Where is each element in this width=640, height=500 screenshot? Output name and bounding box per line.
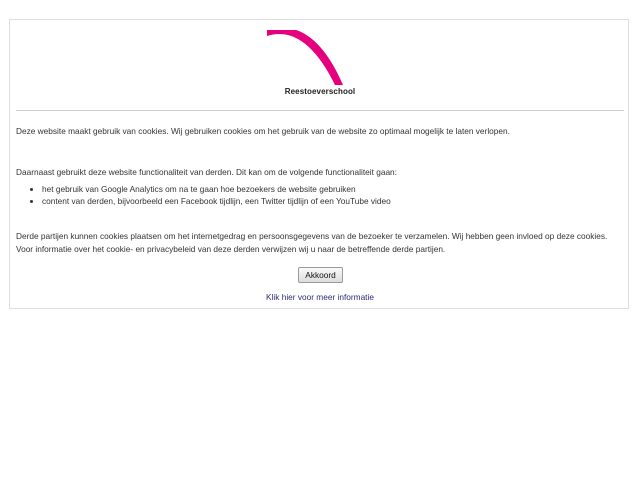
list-item: het gebruik van Google Analytics om na t… (42, 183, 632, 195)
cookie-intro-text: Deze website maakt gebruik van cookies. … (16, 126, 510, 136)
accept-button[interactable]: Akkoord (298, 267, 343, 283)
cookie-consent-panel: Reestoeverschool Deze website maakt gebr… (9, 19, 629, 309)
divider (16, 110, 624, 111)
logo-arc-icon (267, 30, 343, 85)
logo-name: Reestoeverschool (284, 87, 356, 96)
third-party-cookies-text: Derde partijen kunnen cookies plaatsen o… (16, 231, 608, 254)
school-logo: Reestoeverschool (10, 30, 630, 100)
more-info-link[interactable]: Klik hier voor meer informatie (10, 292, 630, 302)
list-item: content van derden, bijvoorbeeld een Fac… (42, 195, 632, 207)
third-party-intro-text: Daarnaast gebruikt deze website function… (16, 167, 397, 177)
third-party-list: het gebruik van Google Analytics om na t… (24, 183, 632, 207)
